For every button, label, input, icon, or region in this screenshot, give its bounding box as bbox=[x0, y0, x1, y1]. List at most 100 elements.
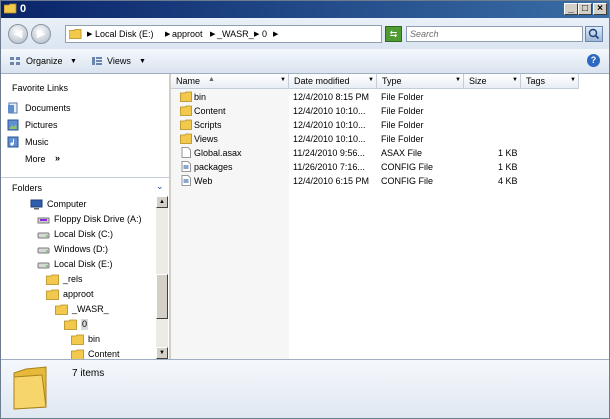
item-count: 7 items bbox=[72, 368, 105, 379]
favorite-more[interactable]: More » bbox=[7, 152, 167, 167]
column-header-type[interactable]: Type ▼ bbox=[377, 74, 464, 89]
file-name: bin bbox=[194, 92, 207, 102]
folder-icon bbox=[180, 105, 192, 116]
folder-icon bbox=[4, 3, 17, 14]
address-bar[interactable]: ▶ Local Disk (E:) ▶ approot ▶ _WASR_ ▶ 0… bbox=[65, 25, 439, 43]
file-row[interactable]: Web 12/4/2010 6:15 PM CONFIG File 4 KB bbox=[171, 174, 609, 188]
tree-item-label: Local Disk (C:) bbox=[54, 229, 114, 239]
forward-arrow-icon: ▶ bbox=[36, 28, 46, 40]
chevron-right-icon[interactable]: ▶ bbox=[87, 29, 92, 40]
navigation-pane: Favorite Links Documents Pictures Music … bbox=[1, 74, 170, 360]
chevron-right-icon[interactable]: ▶ bbox=[254, 29, 259, 40]
refresh-button[interactable]: ⇆ bbox=[385, 26, 402, 42]
favorite-documents[interactable]: Documents bbox=[7, 101, 167, 116]
organize-label: Organize bbox=[26, 56, 63, 66]
file-name: Global.asax bbox=[194, 148, 242, 158]
file-name: packages bbox=[194, 162, 233, 172]
tree-item-label: _WASR_ bbox=[72, 304, 109, 314]
chevron-down-icon[interactable]: ▼ bbox=[455, 77, 461, 83]
file-name: Content bbox=[194, 106, 226, 116]
file-date: 12/4/2010 10:10... bbox=[293, 106, 366, 116]
chevron-down-icon[interactable]: ▼ bbox=[570, 77, 576, 83]
file-name: Web bbox=[194, 176, 213, 186]
chevron-down-icon[interactable]: ▼ bbox=[368, 77, 374, 83]
favorite-pictures[interactable]: Pictures bbox=[7, 118, 167, 133]
forward-button[interactable]: ▶ bbox=[31, 24, 51, 44]
title-bar[interactable]: 0 _ □ × bbox=[1, 1, 609, 18]
address-area: ◀ ▶ ▶ Local Disk (E:) ▶ approot ▶ _WASR_… bbox=[1, 18, 609, 49]
views-label: Views bbox=[107, 56, 131, 66]
file-date: 12/4/2010 10:10... bbox=[293, 120, 366, 130]
help-button[interactable]: ? bbox=[587, 54, 600, 67]
column-header-name[interactable]: Name ▲ ▼ bbox=[171, 74, 289, 89]
back-arrow-icon: ◀ bbox=[13, 28, 23, 40]
documents-icon bbox=[8, 102, 18, 114]
favorite-label: Music bbox=[25, 137, 49, 147]
file-date: 12/4/2010 6:15 PM bbox=[293, 176, 370, 186]
column-header-label: Type bbox=[382, 76, 402, 86]
floppy-icon bbox=[37, 217, 50, 224]
file-type: CONFIG File bbox=[381, 176, 434, 186]
favorite-music[interactable]: Music bbox=[7, 135, 167, 150]
search-input[interactable]: Search bbox=[406, 26, 583, 42]
scroll-thumb[interactable] bbox=[156, 274, 168, 319]
file-type: File Folder bbox=[381, 92, 424, 102]
file-type: File Folder bbox=[381, 106, 424, 116]
close-button[interactable]: × bbox=[593, 3, 607, 15]
sort-ascending-icon: ▲ bbox=[208, 76, 215, 83]
maximize-button[interactable]: □ bbox=[578, 3, 592, 15]
breadcrumb-item[interactable]: _WASR_ bbox=[217, 29, 254, 40]
back-button[interactable]: ◀ bbox=[8, 24, 28, 44]
column-header-size[interactable]: Size ▼ bbox=[464, 74, 521, 89]
pictures-icon bbox=[7, 119, 19, 131]
toolbar: Organize ▼ Views ▼ ? bbox=[1, 49, 609, 74]
file-type: ASAX File bbox=[381, 148, 423, 158]
chevron-right-icon: » bbox=[55, 153, 61, 163]
chevron-right-icon[interactable]: ▶ bbox=[165, 29, 170, 40]
favorite-links-title: Favorite Links bbox=[12, 83, 69, 93]
chevron-right-icon[interactable]: ▶ bbox=[273, 29, 278, 40]
file-type: CONFIG File bbox=[381, 162, 434, 172]
column-header-label: Date modified bbox=[294, 76, 350, 86]
file-row[interactable]: Content 12/4/2010 10:10... File Folder bbox=[171, 104, 609, 118]
column-header-tags[interactable]: Tags ▼ bbox=[521, 74, 579, 89]
folder-icon bbox=[180, 119, 192, 130]
file-type: File Folder bbox=[381, 134, 424, 144]
folders-title: Folders bbox=[12, 183, 43, 193]
file-row[interactable]: packages 11/26/2010 7:16... CONFIG File … bbox=[171, 160, 609, 174]
tree-item-label: Floppy Disk Drive (A:) bbox=[54, 214, 142, 224]
breadcrumb-item[interactable]: Local Disk (E:) bbox=[95, 29, 154, 40]
chevron-down-icon: ▼ bbox=[70, 58, 77, 65]
folder-icon bbox=[13, 366, 47, 410]
chevron-right-icon[interactable]: ▶ bbox=[210, 29, 215, 40]
file-row[interactable]: Global.asax 11/24/2010 9:56... ASAX File… bbox=[171, 146, 609, 160]
file-row[interactable]: Views 12/4/2010 10:10... File Folder bbox=[171, 132, 609, 146]
chevron-down-icon[interactable]: ▼ bbox=[512, 77, 518, 83]
file-row[interactable]: bin 12/4/2010 8:15 PM File Folder bbox=[171, 90, 609, 104]
scroll-down-button[interactable]: ▼ bbox=[156, 347, 168, 359]
tree-item-label: approot bbox=[63, 289, 94, 299]
breadcrumb-item[interactable]: 0 bbox=[262, 29, 267, 40]
folders-header[interactable]: Folders ⌄ bbox=[1, 177, 169, 196]
refresh-icon: ⇆ bbox=[389, 29, 398, 39]
views-icon bbox=[92, 57, 102, 65]
explorer-window: 0 _ □ × ◀ ▶ ▶ Local Disk (E:) ▶ approot … bbox=[0, 0, 610, 419]
chevron-down-icon[interactable]: ▼ bbox=[280, 77, 286, 83]
minimize-button[interactable]: _ bbox=[564, 3, 578, 15]
tree-scrollbar[interactable]: ▲ ▼ bbox=[156, 196, 168, 359]
breadcrumb-item[interactable]: approot bbox=[172, 29, 203, 40]
column-header-date[interactable]: Date modified ▼ bbox=[289, 74, 377, 89]
file-size: 4 KB bbox=[498, 176, 518, 186]
scroll-up-button[interactable]: ▲ bbox=[156, 196, 168, 208]
file-name: Views bbox=[194, 134, 218, 144]
folder-icon bbox=[71, 334, 84, 345]
file-row[interactable]: Scripts 12/4/2010 10:10... File Folder bbox=[171, 118, 609, 132]
computer-icon bbox=[30, 199, 43, 210]
tree-item-label: _rels bbox=[63, 274, 83, 284]
help-icon: ? bbox=[590, 55, 597, 65]
favorite-label: Documents bbox=[25, 103, 71, 113]
folder-icon bbox=[180, 91, 192, 102]
search-button[interactable] bbox=[585, 26, 603, 42]
chevron-down-icon[interactable]: ⌄ bbox=[156, 181, 164, 192]
config-file-icon bbox=[181, 175, 191, 186]
